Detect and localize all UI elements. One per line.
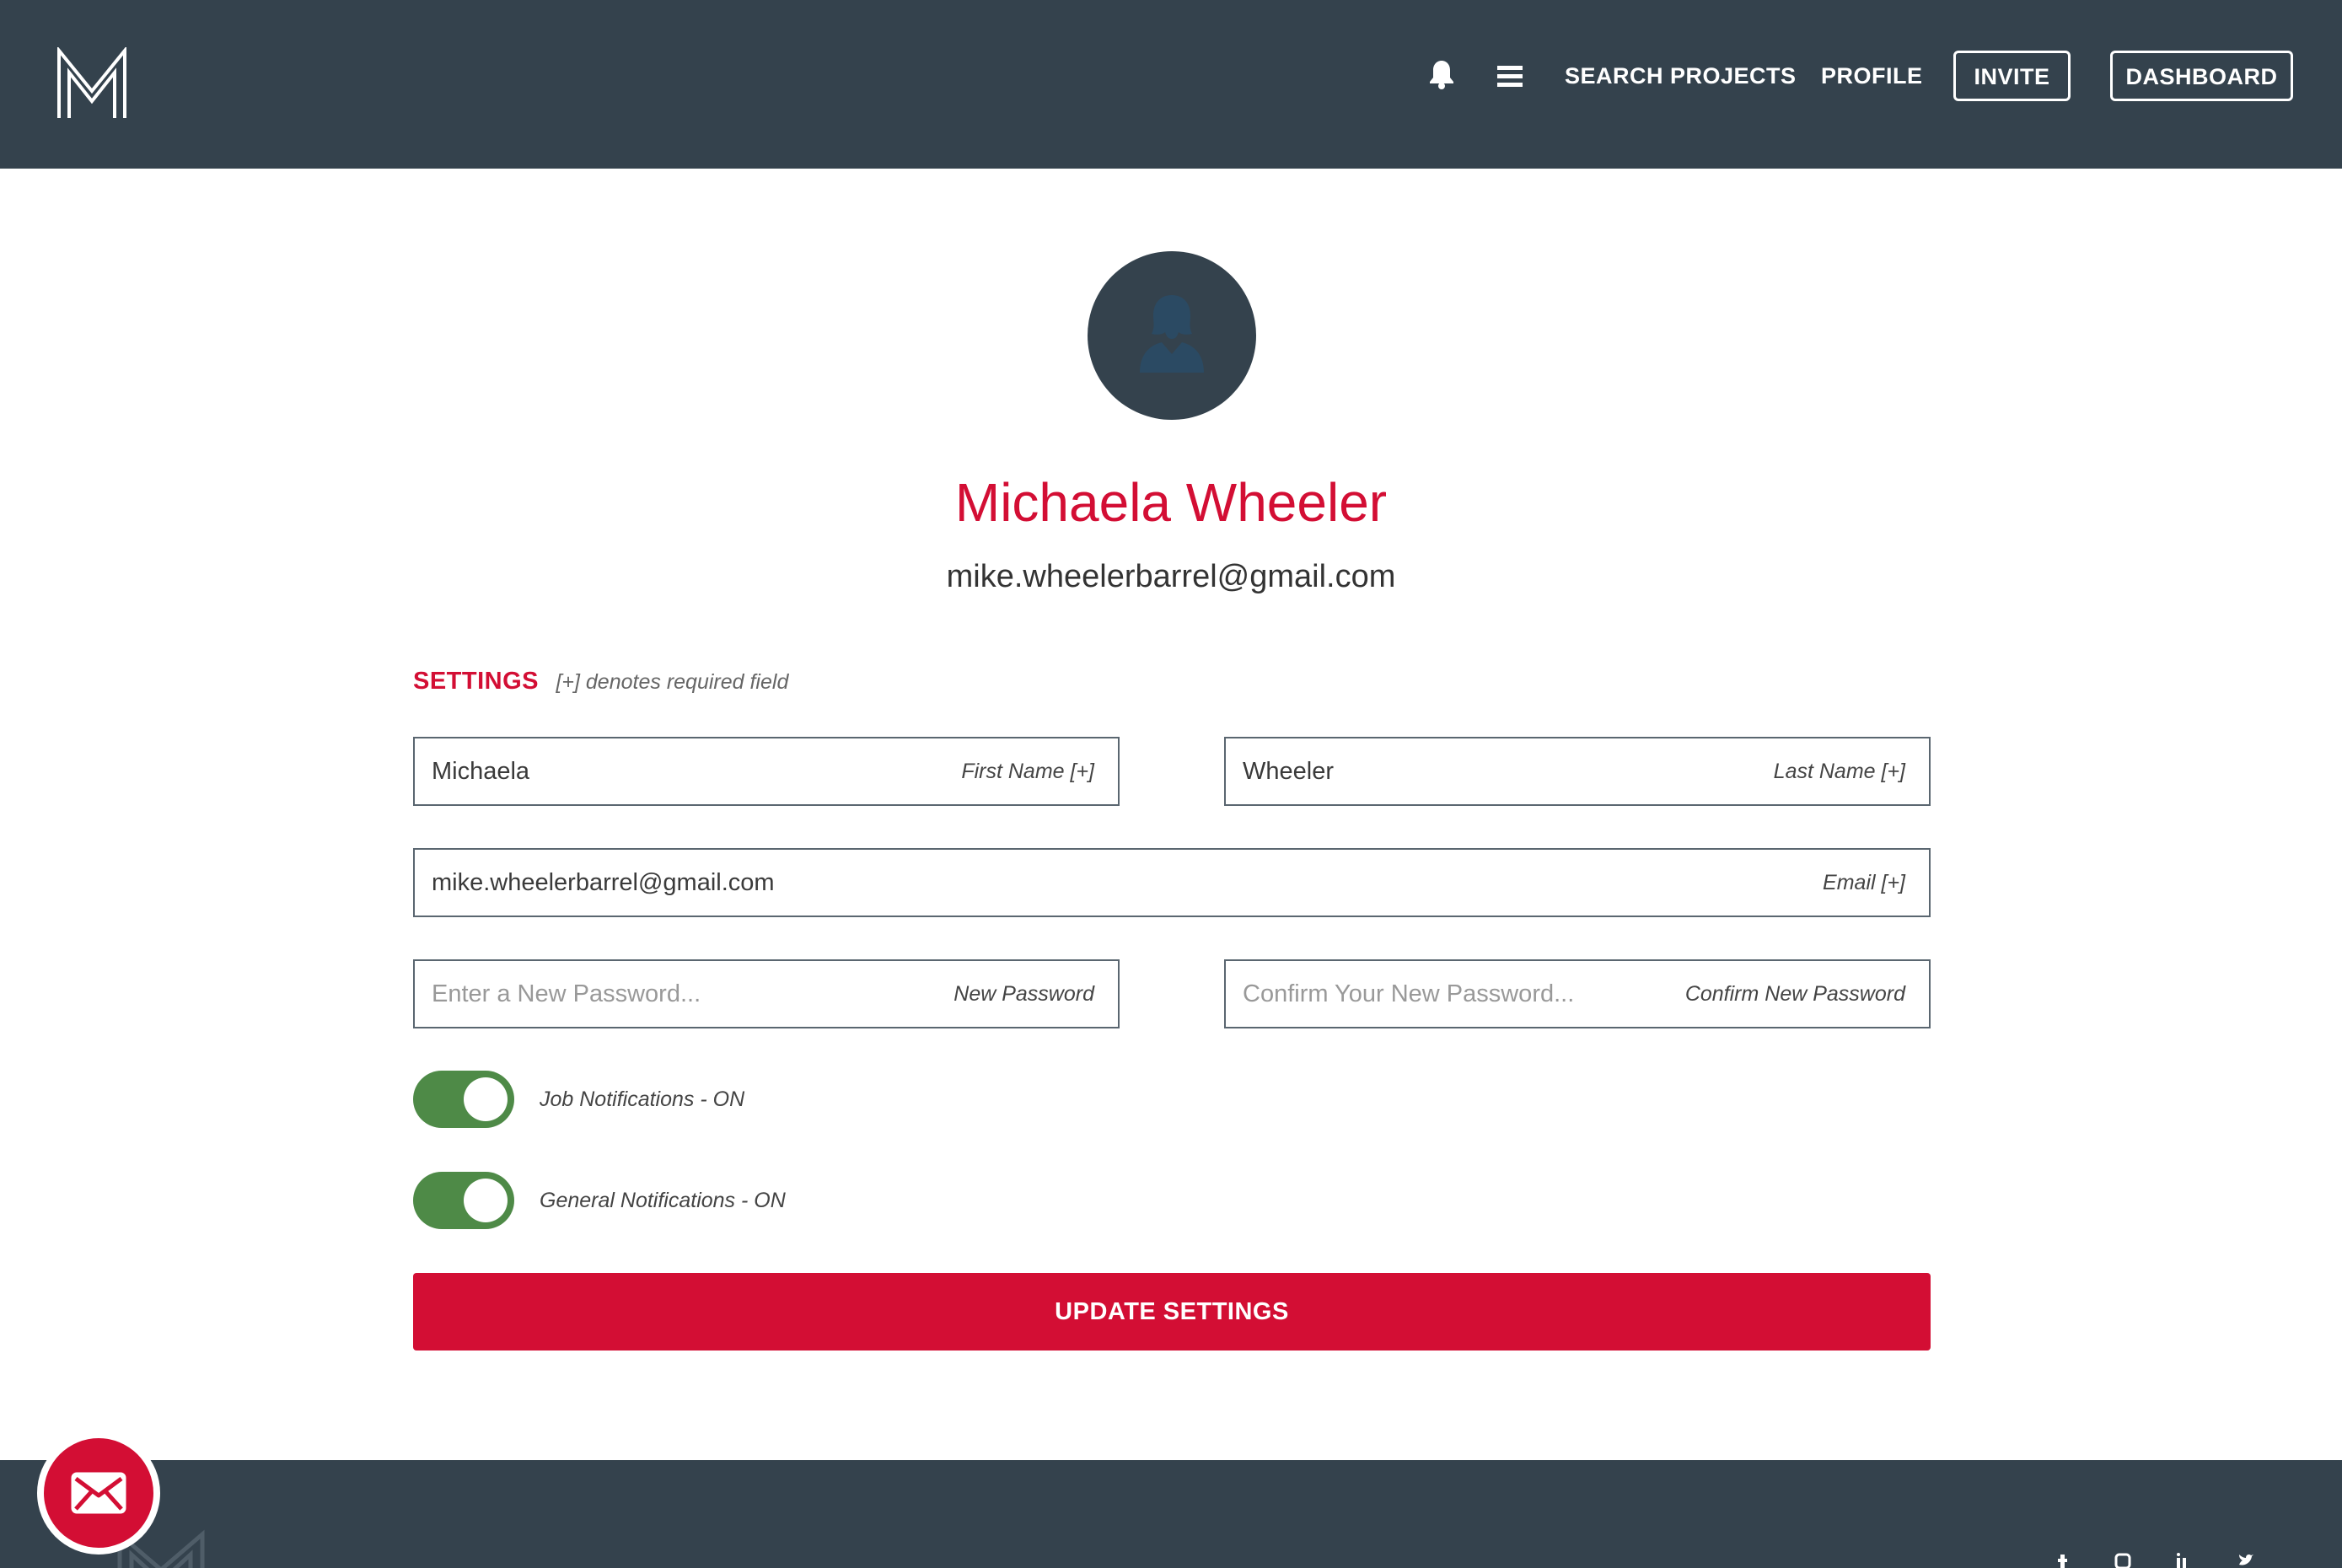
last-name-value: Wheeler [1243,758,1334,785]
new-password-placeholder: Enter a New Password... [432,980,701,1007]
toggle-knob [464,1077,508,1121]
hamburger-menu-icon[interactable] [1497,66,1523,88]
profile-name: Michaela Wheeler [954,472,1388,533]
m-logo-icon[interactable] [56,47,128,120]
new-password-field[interactable]: Enter a New Password... New Password [413,959,1120,1028]
facebook-icon[interactable] [2054,1553,2071,1568]
general-notifications-toggle[interactable] [413,1172,514,1229]
nav-profile[interactable]: PROFILE [1821,59,1923,93]
profile-email: mike.wheelerbarrel@gmail.com [946,559,1396,594]
linkedin-icon[interactable] [2175,1553,2192,1568]
first-name-label: First Name [+] [961,760,1094,783]
mail-icon [71,1472,126,1514]
toggle-knob [464,1179,508,1222]
confirm-password-placeholder: Confirm Your New Password... [1243,980,1575,1007]
confirm-password-label: Confirm New Password [1684,982,1905,1006]
footer [0,1460,2342,1568]
dashboard-button[interactable]: DASHBOARD [2110,51,2293,101]
settings-header: SETTINGS [+] denotes required field [413,664,788,698]
last-name-label: Last Name [+] [1773,760,1905,783]
email-value: mike.wheelerbarrel@gmail.com [432,869,775,896]
mail-button-fill [44,1438,153,1548]
required-field-note: [+] denotes required field [556,670,789,694]
bell-icon[interactable] [1428,59,1455,89]
new-password-label: New Password [953,982,1094,1006]
avatar[interactable] [1088,251,1256,420]
email-label: Email [+] [1823,871,1905,894]
user-avatar-icon [1140,295,1204,373]
update-settings-button[interactable]: UPDATE SETTINGS [413,1273,1931,1351]
job-notifications-label: Job Notifications - ON [540,1087,745,1111]
instagram-icon[interactable] [2114,1553,2131,1568]
confirm-password-field[interactable]: Confirm Your New Password... Confirm New… [1224,959,1931,1028]
nav-search-projects[interactable]: SEARCH PROJECTS [1565,59,1797,93]
job-notifications-toggle[interactable] [413,1071,514,1128]
twitter-icon[interactable] [2237,1553,2254,1568]
mail-button[interactable] [37,1431,160,1555]
invite-button[interactable]: INVITE [1953,51,2071,101]
email-field[interactable]: mike.wheelerbarrel@gmail.com Email [+] [413,848,1931,917]
general-notifications-label: General Notifications - ON [540,1189,786,1212]
page: SEARCH PROJECTS PROFILE INVITE DASHBOARD… [0,0,2342,1568]
settings-title: SETTINGS [413,668,540,695]
first-name-value: Michaela [432,758,530,785]
top-navbar: SEARCH PROJECTS PROFILE INVITE DASHBOARD [0,0,2342,169]
last-name-field[interactable]: Wheeler Last Name [+] [1224,737,1931,806]
first-name-field[interactable]: Michaela First Name [+] [413,737,1120,806]
